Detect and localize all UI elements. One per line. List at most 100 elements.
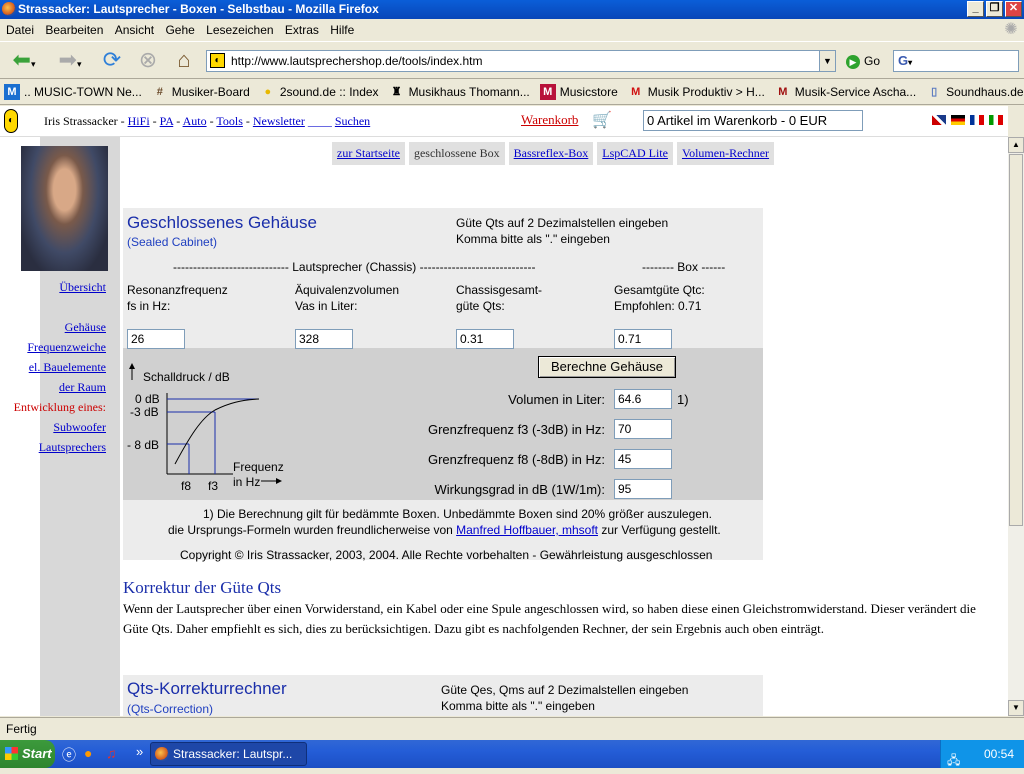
bookmark-musik-service[interactable]: M Musik-Service Ascha... [775,84,916,100]
firefox-quicklaunch-icon[interactable]: ● [84,745,92,761]
result-efficiency[interactable]: 95 [614,479,672,499]
menu-bearbeiten[interactable]: Bearbeiten [45,23,103,37]
start-button[interactable]: Start [0,740,55,768]
bookmark-music-town[interactable]: M .. MUSIC-TOWN Ne... [4,84,142,100]
qts-input[interactable]: 0.31 [456,329,514,349]
flag-de-icon[interactable] [951,115,965,125]
vas-input[interactable]: 328 [295,329,353,349]
link-tools[interactable]: Tools [216,114,243,128]
minimize-button[interactable]: _ [967,1,984,17]
graph-ylabel: Schalldruck / dB [143,370,230,384]
scroll-down-icon[interactable]: ▼ [1008,700,1024,716]
back-icon[interactable]: ⬅▾ [4,46,44,74]
status-bar: Fertig [0,717,1024,739]
graph-tick-8db: - 8 dB [127,438,160,452]
window-title: Strassacker: Lautsprecher - Boxen - Selb… [18,2,379,16]
forward-icon[interactable]: ➡▾ [50,46,90,74]
tab-volumen-rechner[interactable]: Volumen-Rechner [676,142,775,165]
close-button[interactable]: ✕ [1005,1,1022,17]
site-header: ◐ Iris Strassacker - HiFi - PA - Auto - … [0,106,1008,137]
brand-name: Iris Strassacker [44,114,118,128]
nav-uebersicht[interactable]: Übersicht [59,280,106,295]
separator: - [176,114,181,128]
fs-input[interactable]: 26 [127,329,185,349]
vertical-scrollbar[interactable]: ▲ ▼ [1008,137,1024,716]
nav-bauelemente[interactable]: el. Bauelemente [29,360,106,375]
url-bar[interactable]: ◐ http://www.lautsprechershop.de/tools/i… [206,50,836,72]
home-icon[interactable]: ⌂ [170,46,198,74]
go-icon: ▶ [846,54,860,69]
cart-icon[interactable]: 🛒 [592,110,612,130]
network-icon[interactable]: 🖧 [947,746,960,774]
flag-it-icon[interactable] [989,115,1003,125]
link-suchen[interactable]: Suchen [335,114,370,128]
menu-ansicht[interactable]: Ansicht [115,23,154,37]
graph-xlabel-2: in Hz [233,475,261,489]
menu-hilfe[interactable]: Hilfe [330,23,354,37]
thomann-icon: ♜ [391,86,402,98]
musik-service-icon: M [778,86,788,98]
calc-hint-2: Komma bitte als "." eingeben [456,232,610,246]
ie-icon[interactable]: ⓔ [62,745,76,765]
menu-datei[interactable]: Datei [6,23,34,37]
scroll-up-icon[interactable]: ▲ [1008,137,1024,153]
media-icon[interactable]: ♫ [106,745,117,761]
link-pa[interactable]: PA [160,114,174,128]
calculate-button[interactable]: Berechne Gehäuse [538,356,676,378]
footnote-1: 1) Die Berechnung gilt für bedämmte Boxe… [203,507,712,521]
bookmark-musik-produktiv[interactable]: M Musik Produktiv > H... [628,84,765,100]
menu-gehe[interactable]: Gehe [165,23,194,37]
graph-xlabel-1: Frequenz [233,460,284,474]
calc2-hint-1: Güte Qes, Qms auf 2 Dezimalstellen einge… [441,683,689,697]
stop-icon[interactable]: ⊗ [134,46,162,74]
menu-extras[interactable]: Extras [285,23,319,37]
bookmark-label: Musikhaus Thomann... [408,85,530,99]
link-newsletter[interactable]: Newsletter [253,114,305,128]
nav-raum[interactable]: der Raum [59,380,106,395]
section-box: -------- Box ------ [642,260,726,274]
flag-fr-icon[interactable] [970,115,984,125]
nav-frequenzweiche[interactable]: Frequenzweiche [27,340,106,355]
qts-correction-calculator: Qts-Korrekturrechner (Qts-Correction) Gü… [123,675,763,716]
bookmark-musiker-board[interactable]: # Musiker-Board [152,84,250,100]
label-vas-1: Äquivalenzvolumen [295,283,400,297]
site-logo: ◐ [4,109,18,133]
result-f3[interactable]: 70 [614,419,672,439]
go-button[interactable]: ▶ Go [846,54,880,69]
taskbar-firefox-task[interactable]: Strassacker: Lautspr... [150,742,307,766]
flag-uk-icon[interactable] [932,115,946,125]
url-dropdown-icon[interactable]: ▼ [819,51,835,71]
tab-startseite[interactable]: zur Startseite [332,142,405,165]
bookmark-2sound[interactable]: ● 2sound.de :: Index [260,84,379,100]
bookmark-thomann[interactable]: ♜ Musikhaus Thomann... [389,84,530,100]
maximize-button[interactable]: ❐ [986,1,1003,17]
result-volume[interactable]: 64.6 [614,389,672,409]
nav-gehaeuse[interactable]: Gehäuse [65,320,106,335]
result-f8[interactable]: 45 [614,449,672,469]
link-hifi[interactable]: HiFi [128,114,150,128]
navigation-toolbar: ⬅▾ ➡▾ ⟳ ⊗ ⌂ ◐ http://www.lautsprechersho… [0,41,1024,79]
tab-lspcad[interactable]: LspCAD Lite [597,142,673,165]
bookmark-musicstore[interactable]: M Musicstore [539,84,618,100]
cart-link[interactable]: Warenkorb [521,112,578,128]
mhsoft-link[interactable]: Manfred Hoffbauer, mhsoft [456,523,598,537]
result-efficiency-label: Wirkungsgrad in dB (1W/1m): [434,482,606,497]
tab-bassreflex[interactable]: Bassreflex-Box [508,142,594,165]
quicklaunch-more-icon[interactable]: » [136,744,143,759]
footnote-2: die Ursprungs-Formeln wurden freundliche… [168,523,721,537]
nav-lautsprechers[interactable]: Lautsprechers [39,440,106,455]
nav-subwoofer[interactable]: Subwoofer [53,420,106,435]
label-qts-2: güte Qts: [456,299,505,313]
bookmark-soundhaus[interactable]: ▯ Soundhaus.de Musi... [926,84,1024,100]
qtc-input[interactable]: 0.71 [614,329,672,349]
menu-lesezeichen[interactable]: Lesezeichen [206,23,273,37]
search-box[interactable]: G▾ [893,50,1019,72]
tab-geschlossene-box[interactable]: geschlossene Box [408,142,505,165]
title-bar: Strassacker: Lautsprecher - Boxen - Selb… [0,0,1024,19]
scroll-thumb[interactable] [1009,154,1023,526]
label-qts-1: Chassisgesamt- [456,283,543,297]
link-auto[interactable]: Auto [183,114,207,128]
reload-icon[interactable]: ⟳ [98,46,126,74]
page-icon: ▯ [931,86,938,98]
bookmark-label: 2sound.de :: Index [279,85,379,99]
